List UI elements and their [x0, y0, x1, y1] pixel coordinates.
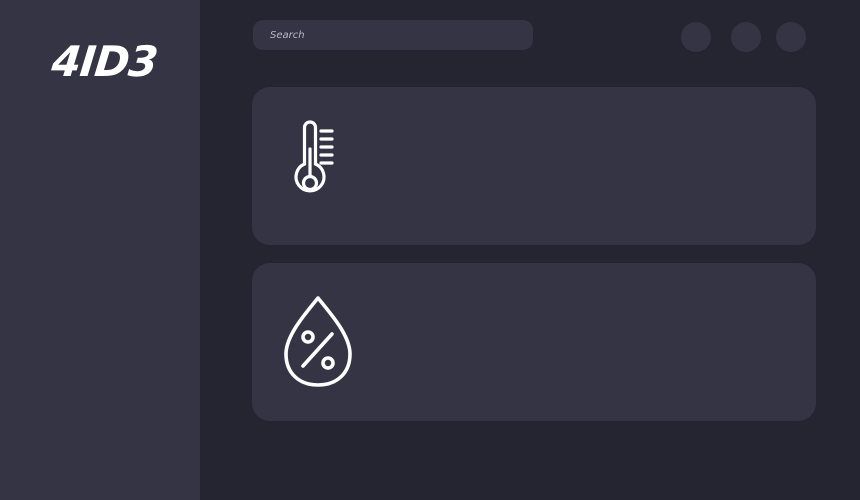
- main-content: Search: [200, 0, 860, 500]
- sidebar: 4ID3: [0, 0, 200, 500]
- header-button-3[interactable]: [776, 22, 806, 52]
- thermometer-icon: [294, 120, 334, 193]
- header-button-2[interactable]: [731, 22, 761, 52]
- temperature-card[interactable]: [252, 87, 816, 245]
- search-placeholder: Search: [270, 29, 305, 41]
- humidity-icon: [284, 296, 352, 387]
- header-button-1[interactable]: [681, 22, 711, 52]
- logo: 4ID3: [49, 37, 160, 86]
- search-input[interactable]: Search: [253, 20, 533, 50]
- app-window: 4ID3 Search: [0, 0, 860, 500]
- humidity-card[interactable]: [252, 263, 816, 421]
